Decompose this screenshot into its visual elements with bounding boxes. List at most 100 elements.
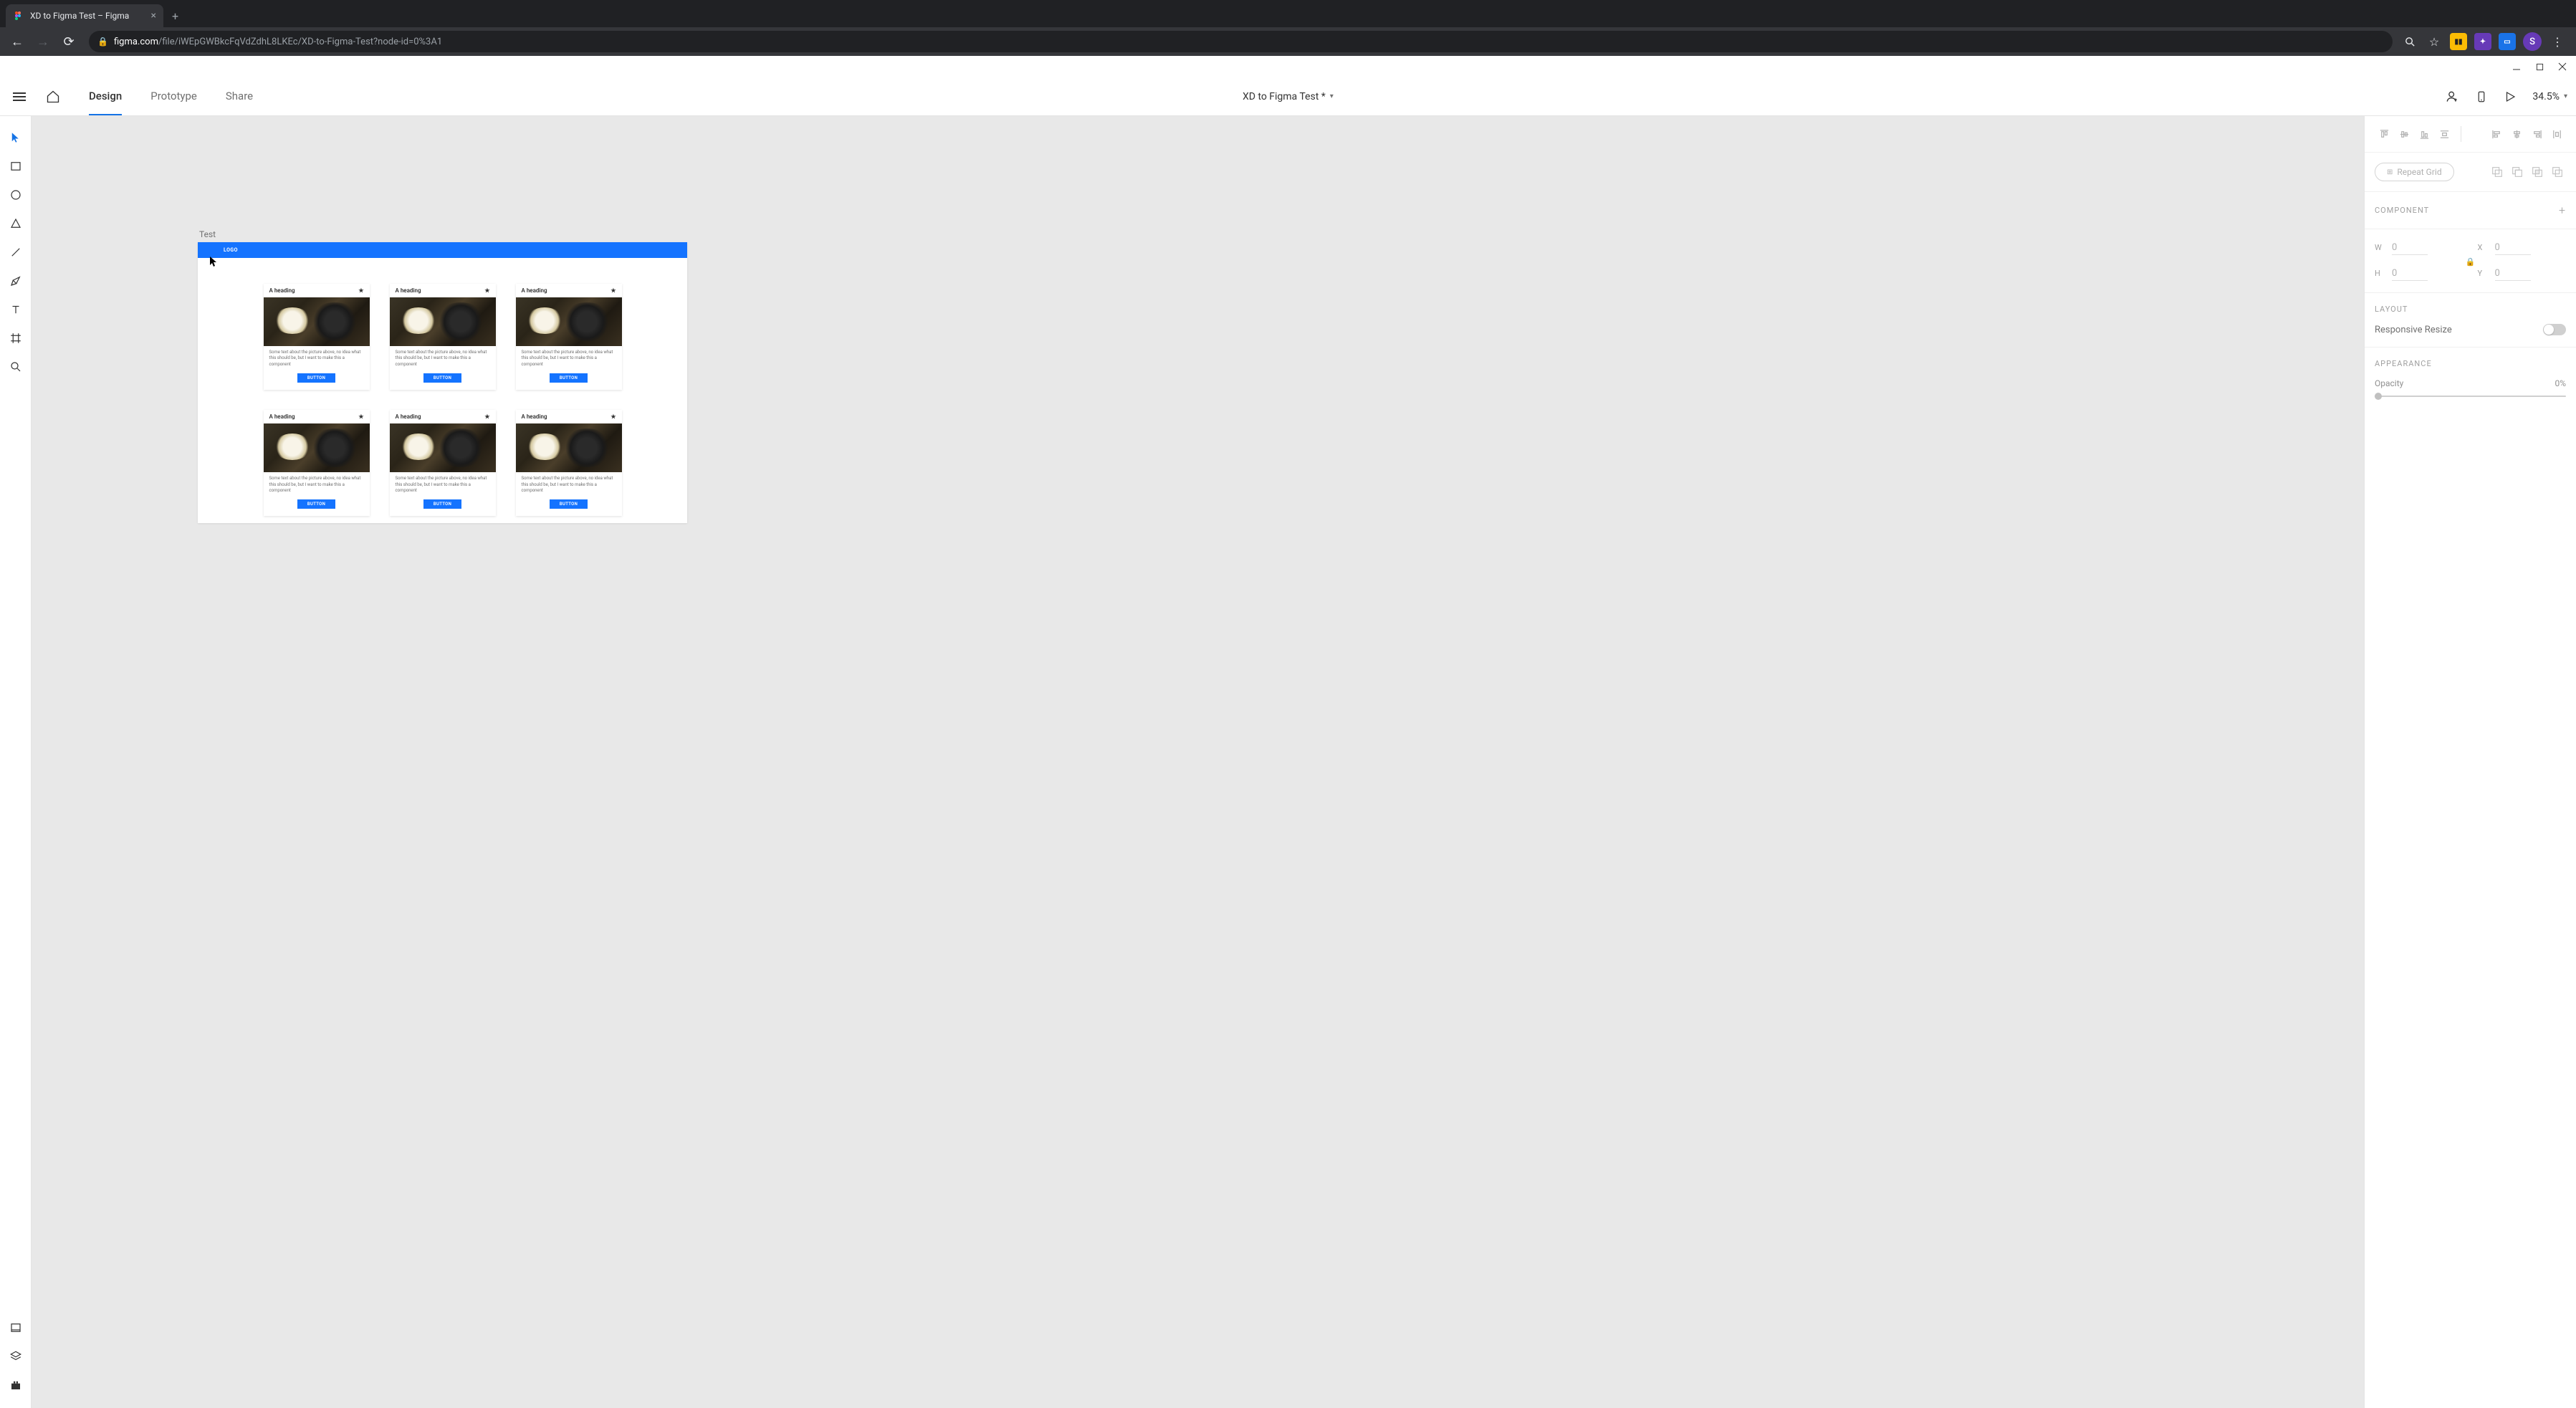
- rectangle-tool[interactable]: [0, 152, 32, 181]
- card-button[interactable]: BUTTON: [423, 373, 461, 383]
- tab-design[interactable]: Design: [89, 77, 122, 115]
- artboard-label[interactable]: Test: [199, 229, 216, 239]
- responsive-resize-label: Responsive Resize: [2375, 325, 2452, 335]
- repeat-grid-icon: ⊞: [2387, 168, 2393, 176]
- width-field[interactable]: W0: [2375, 242, 2464, 255]
- add-component-icon[interactable]: +: [2559, 203, 2566, 217]
- card-image: [516, 297, 622, 346]
- tab-prototype[interactable]: Prototype: [150, 77, 197, 115]
- kebab-menu-icon[interactable]: ⋮: [2549, 33, 2566, 50]
- star-icon: ★: [611, 287, 616, 294]
- bookmark-star-icon[interactable]: ☆: [2426, 33, 2443, 50]
- card-button[interactable]: BUTTON: [297, 373, 335, 383]
- align-bottom-icon[interactable]: [2415, 125, 2433, 143]
- mobile-preview-icon[interactable]: [2475, 90, 2488, 103]
- back-button[interactable]: ←: [6, 30, 29, 53]
- card-button[interactable]: BUTTON: [423, 499, 461, 509]
- figma-favicon-icon: [13, 10, 24, 21]
- properties-panel: ⊞ Repeat Grid COMPONENT + W0 🔒 X0 H0: [2364, 116, 2576, 1408]
- zoom-value: 34.5%: [2532, 91, 2560, 102]
- logo-text: LOGO: [224, 247, 238, 253]
- minimize-icon[interactable]: [2512, 62, 2522, 72]
- boolean-add-icon[interactable]: [2489, 163, 2506, 181]
- extension-icon-2[interactable]: ✦: [2474, 33, 2491, 50]
- card-button[interactable]: BUTTON: [550, 373, 588, 383]
- card[interactable]: A heading★Some text about the picture ab…: [264, 284, 370, 390]
- card[interactable]: A heading★Some text about the picture ab…: [390, 410, 496, 516]
- card[interactable]: A heading★Some text about the picture ab…: [264, 410, 370, 516]
- browser-tab[interactable]: XD to Figma Test – Figma ×: [6, 4, 163, 27]
- zoom-dropdown[interactable]: 34.5% ▾: [2532, 91, 2567, 102]
- tab-close-icon[interactable]: ×: [151, 10, 156, 21]
- search-icon[interactable]: [2401, 33, 2418, 50]
- align-top-icon[interactable]: [2375, 125, 2393, 143]
- line-tool[interactable]: [0, 238, 32, 267]
- left-toolbar: [0, 116, 32, 1408]
- browser-toolbar: ← → ⟳ 🔒 figma.com/file/iWEpGWBkcFqVdZdhL…: [0, 27, 2576, 56]
- document-title[interactable]: XD to Figma Test * ▾: [1242, 91, 1334, 102]
- tab-share[interactable]: Share: [226, 77, 253, 115]
- distribute-vertical-icon[interactable]: [2435, 125, 2453, 143]
- layers-panel-icon[interactable]: [0, 1342, 32, 1371]
- close-icon[interactable]: [2557, 62, 2567, 72]
- opacity-value: 0%: [2555, 378, 2566, 388]
- card[interactable]: A heading★Some text about the picture ab…: [516, 410, 622, 516]
- zoom-tool[interactable]: [0, 353, 32, 381]
- boolean-exclude-icon[interactable]: [2549, 163, 2566, 181]
- profile-avatar[interactable]: S: [2523, 32, 2542, 51]
- opacity-label: Opacity: [2375, 378, 2403, 388]
- component-section-title: COMPONENT: [2375, 206, 2429, 215]
- artboard-header: LOGO: [198, 242, 687, 258]
- card-heading: A heading: [396, 413, 421, 420]
- pen-tool[interactable]: [0, 267, 32, 295]
- maximize-icon[interactable]: [2534, 62, 2544, 72]
- responsive-resize-toggle[interactable]: [2543, 324, 2566, 335]
- align-left-icon[interactable]: [2487, 125, 2506, 143]
- boolean-subtract-icon[interactable]: [2509, 163, 2526, 181]
- home-button[interactable]: [39, 90, 67, 104]
- reload-button[interactable]: ⟳: [57, 30, 80, 53]
- boolean-intersect-icon[interactable]: [2529, 163, 2546, 181]
- new-tab-button[interactable]: +: [163, 5, 187, 27]
- opacity-slider[interactable]: [2375, 396, 2566, 397]
- align-right-icon[interactable]: [2527, 125, 2546, 143]
- height-field[interactable]: H0: [2375, 268, 2464, 281]
- star-icon: ★: [358, 287, 363, 294]
- card[interactable]: A heading★Some text about the picture ab…: [390, 284, 496, 390]
- plugins-panel-icon[interactable]: [0, 1371, 32, 1399]
- card-image: [264, 423, 370, 472]
- polygon-tool[interactable]: [0, 209, 32, 238]
- select-tool[interactable]: [0, 123, 32, 152]
- card-image: [264, 297, 370, 346]
- card-heading: A heading: [522, 413, 547, 420]
- address-bar[interactable]: 🔒 figma.com/file/iWEpGWBkcFqVdZdhL8LKEc/…: [89, 31, 2393, 52]
- align-center-icon[interactable]: [2507, 125, 2526, 143]
- play-preview-icon[interactable]: [2504, 90, 2517, 103]
- hamburger-menu-icon[interactable]: [9, 88, 32, 105]
- extension-icon-1[interactable]: ▮▮: [2450, 33, 2467, 50]
- artboard[interactable]: LOGO A heading★Some text about the pictu…: [198, 242, 687, 523]
- card-text: Some text about the picture above, no id…: [396, 476, 490, 494]
- repeat-grid-button[interactable]: ⊞ Repeat Grid: [2375, 163, 2454, 181]
- forward-button[interactable]: →: [32, 30, 54, 53]
- star-icon: ★: [358, 413, 363, 420]
- lock-icon: 🔒: [97, 37, 108, 47]
- card-button[interactable]: BUTTON: [550, 499, 588, 509]
- appearance-section-title: APPEARANCE: [2375, 359, 2432, 368]
- x-field[interactable]: X0: [2478, 242, 2567, 255]
- lock-aspect-icon[interactable]: 🔒: [2466, 257, 2476, 267]
- invite-icon[interactable]: [2445, 90, 2459, 104]
- chevron-down-icon: ▾: [1330, 92, 1334, 100]
- extension-icon-3[interactable]: ▭: [2499, 33, 2516, 50]
- card-button[interactable]: BUTTON: [297, 499, 335, 509]
- assets-panel-icon[interactable]: [0, 1313, 32, 1342]
- text-tool[interactable]: [0, 295, 32, 324]
- align-middle-icon[interactable]: [2395, 125, 2413, 143]
- distribute-horizontal-icon[interactable]: [2547, 125, 2566, 143]
- artboard-tool[interactable]: [0, 324, 32, 353]
- ellipse-tool[interactable]: [0, 181, 32, 209]
- y-field[interactable]: Y0: [2478, 268, 2567, 281]
- card[interactable]: A heading★Some text about the picture ab…: [516, 284, 622, 390]
- star-icon: ★: [484, 287, 489, 294]
- canvas[interactable]: Test LOGO A heading★Some text about the …: [32, 116, 2364, 1408]
